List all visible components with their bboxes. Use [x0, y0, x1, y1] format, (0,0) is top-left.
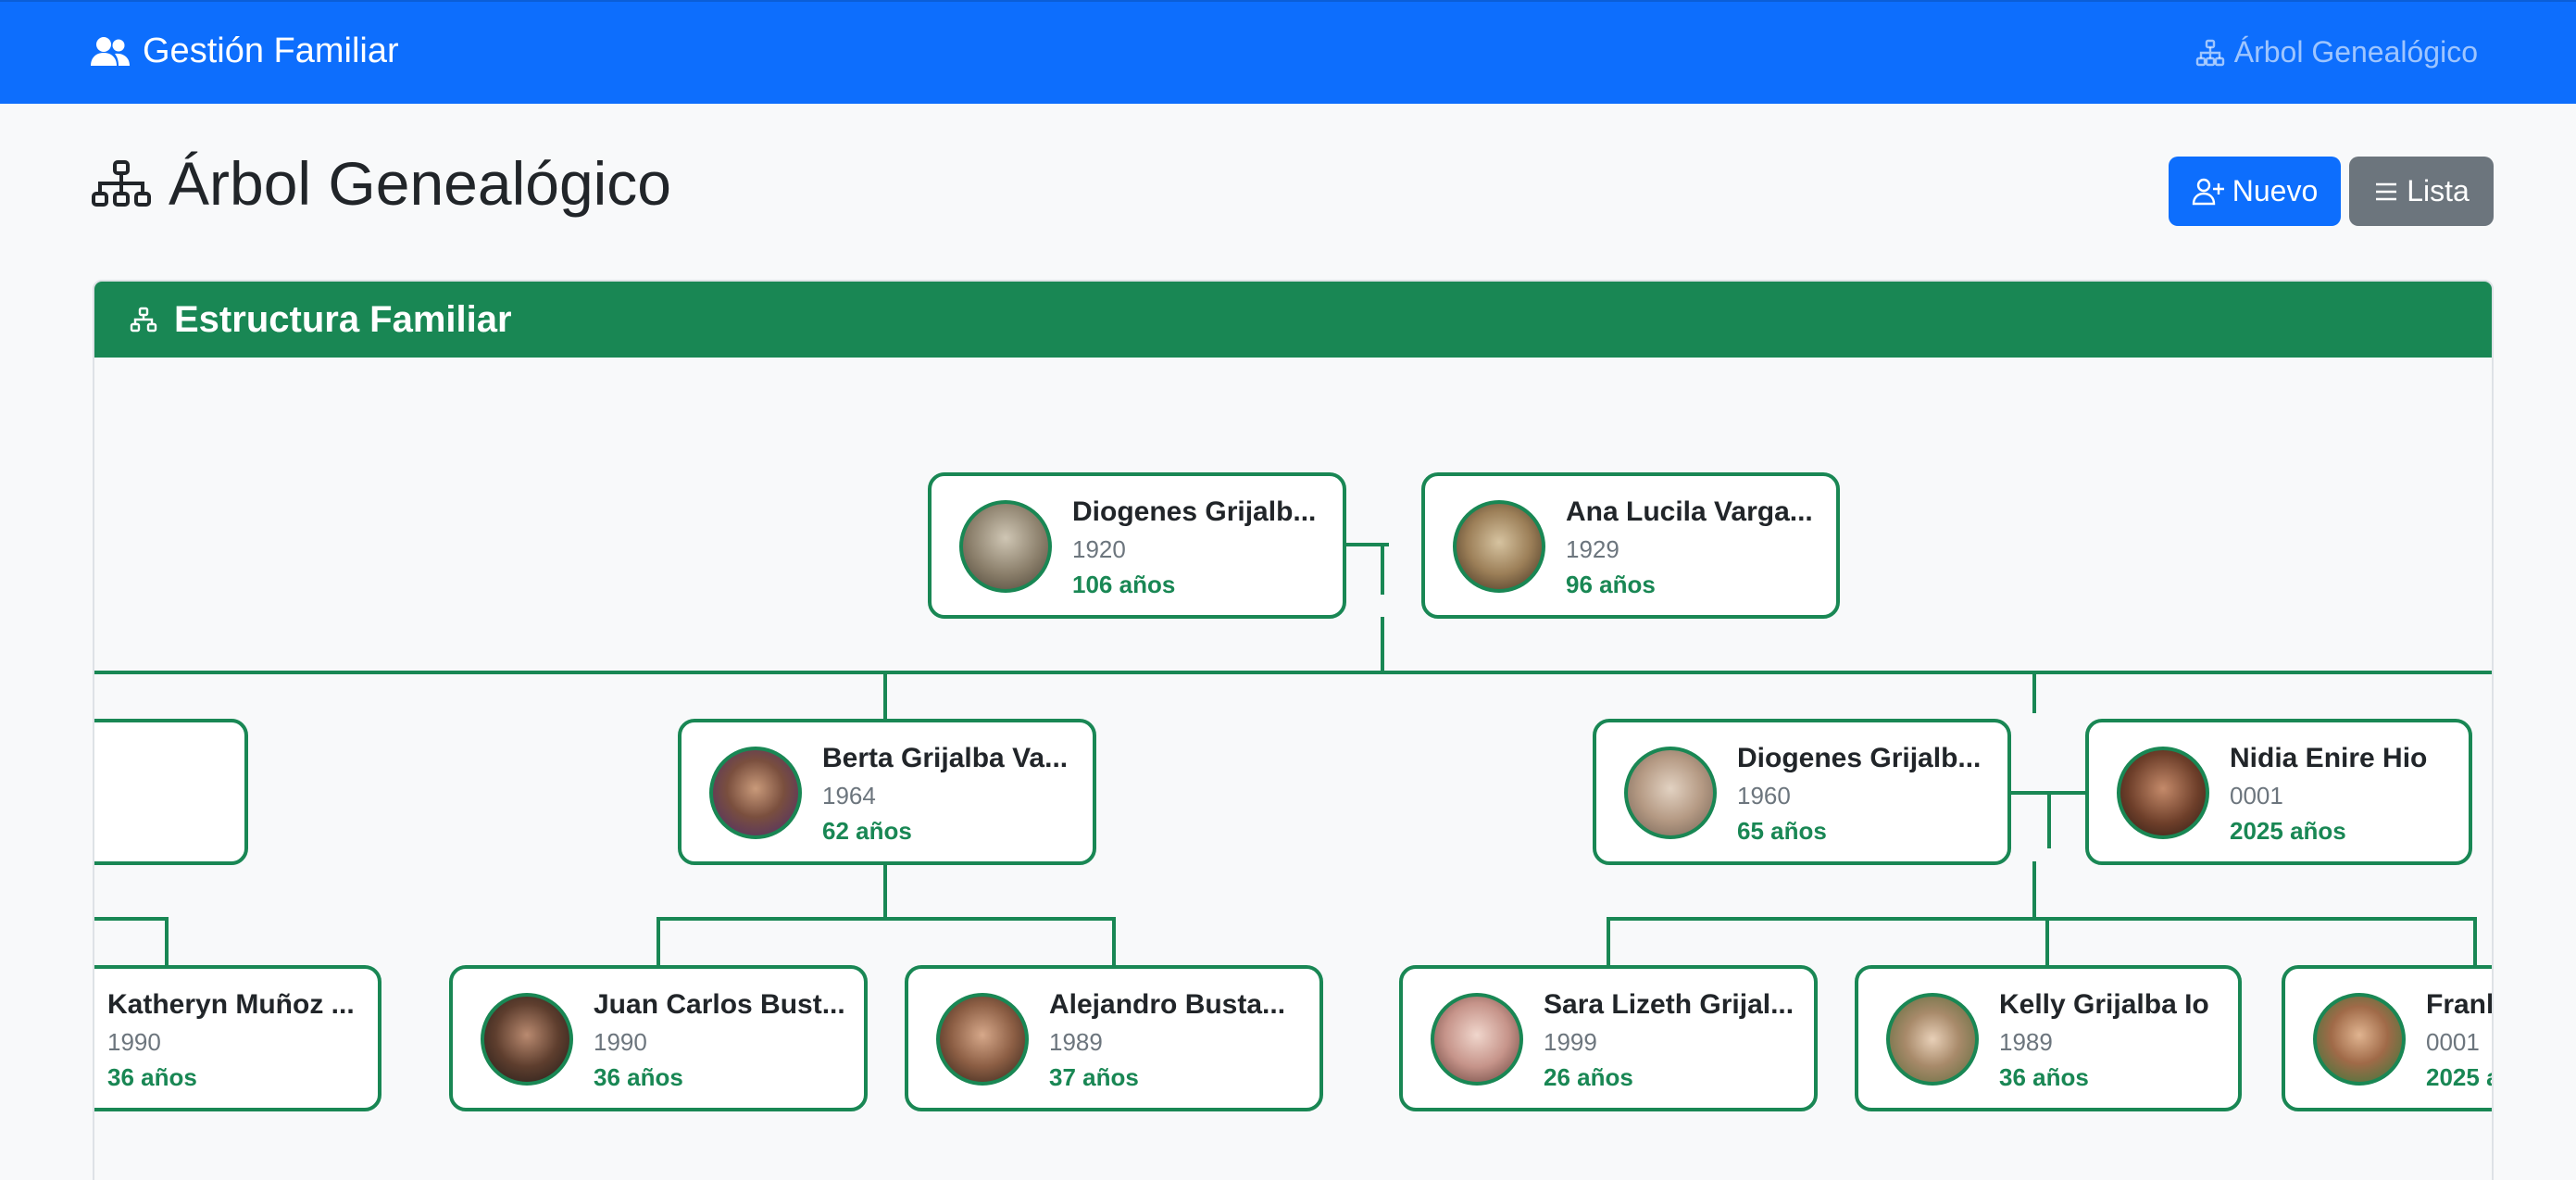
- person-name: Nidia Enire Hio: [2230, 743, 2428, 773]
- connector-line: [165, 917, 169, 965]
- page-title-text: Árbol Genealógico: [169, 149, 672, 218]
- brand-label: Gestión Familiar: [143, 31, 399, 70]
- list-label: Lista: [2407, 174, 2470, 207]
- connector-line: [883, 865, 887, 919]
- person-add-icon: [2192, 178, 2224, 205]
- new-person-label: Nuevo: [2232, 174, 2319, 207]
- person-age: 36 años: [594, 1063, 683, 1091]
- sitemap-icon: [130, 307, 157, 333]
- person-card[interactable]: Diogenes Grijalb... 1920 106 años: [928, 472, 1346, 619]
- person-birth-year: 0001: [2230, 782, 2283, 810]
- person-card[interactable]: Juan Carlos Bust... 1990 36 años: [449, 965, 868, 1111]
- person-birth-year: 1990: [594, 1028, 647, 1056]
- person-card[interactable]: Frank 0001 2025 a: [2282, 965, 2494, 1111]
- person-card[interactable]: Ana Lucila Varga... 1929 96 años: [1421, 472, 1840, 619]
- connector-line: [1381, 617, 1384, 671]
- avatar: [2117, 747, 2209, 839]
- nav-link-label: Árbol Genealógico: [2233, 35, 2478, 69]
- sitemap-icon: [92, 160, 151, 207]
- person-age: 65 años: [1737, 817, 1827, 845]
- connector-line: [1381, 543, 1384, 595]
- family-tree: Diogenes Grijalb... 1920 106 años Ana Lu…: [94, 358, 2494, 1180]
- person-name: Kelly Grijalba Io: [1999, 989, 2209, 1020]
- person-name: Sara Lizeth Grijal...: [1544, 989, 1794, 1020]
- person-card[interactable]: Nidia Enire Hio 0001 2025 años: [2085, 719, 2472, 865]
- connector-line: [2045, 917, 2049, 965]
- person-name: Diogenes Grijalb...: [1072, 496, 1317, 527]
- sitemap-icon: [2195, 39, 2224, 66]
- connector-line: [657, 917, 660, 965]
- person-birth-year: 1989: [1999, 1028, 2053, 1056]
- connector-line: [1112, 917, 1116, 965]
- users-icon: [91, 36, 130, 66]
- navbar-brand[interactable]: Gestión Familiar: [91, 31, 399, 71]
- person-card[interactable]: Diogenes Grijalb... 1960 65 años: [1593, 719, 2011, 865]
- person-name: Alejandro Busta...: [1049, 989, 1286, 1020]
- person-birth-year: 1920: [1072, 535, 1126, 563]
- card-title: Estructura Familiar: [174, 298, 512, 340]
- person-name: Juan Carlos Bust...: [594, 989, 845, 1020]
- person-card[interactable]: Katheryn Muñoz ... 1990 36 años: [94, 965, 381, 1111]
- person-birth-year: 1960: [1737, 782, 1791, 810]
- connector-line: [657, 917, 1116, 921]
- family-structure-card: Estructura Familiar Diogenes Grijalb... …: [93, 280, 2494, 1180]
- connector-line: [2032, 671, 2036, 713]
- person-age: 36 años: [107, 1063, 197, 1091]
- person-card[interactable]: Kelly Grijalba Io 1989 36 años: [1855, 965, 2242, 1111]
- connector-line: [1607, 917, 1610, 965]
- person-name: Katheryn Muñoz ...: [107, 989, 355, 1020]
- person-age: 106 años: [1072, 571, 1176, 598]
- avatar: [1431, 993, 1523, 1086]
- navbar: Gestión Familiar Árbol Genealógico: [0, 0, 2576, 104]
- person-name: Diogenes Grijalb...: [1737, 743, 1982, 773]
- person-card[interactable]: Sara Lizeth Grijal... 1999 26 años: [1399, 965, 1818, 1111]
- avatar: [959, 500, 1052, 593]
- connector-line: [1607, 917, 2477, 921]
- person-birth-year: 1999: [1544, 1028, 1597, 1056]
- avatar: [936, 993, 1029, 1086]
- person-age: 62 años: [822, 817, 912, 845]
- connector-line: [2473, 917, 2477, 965]
- page-title: Árbol Genealógico: [91, 148, 671, 219]
- person-age: 37 años: [1049, 1063, 1139, 1091]
- person-birth-year: 1929: [1566, 535, 1619, 563]
- nav-link-family-tree[interactable]: Árbol Genealógico: [2195, 35, 2478, 69]
- avatar: [1453, 500, 1545, 593]
- person-name: Frank: [2426, 989, 2492, 1020]
- connector-line: [94, 671, 2492, 674]
- person-name: Berta Grijalba Va...: [822, 743, 1069, 773]
- avatar: [481, 993, 573, 1086]
- person-age: 2025 años: [2230, 817, 2346, 845]
- person-card[interactable]: ...: [94, 719, 248, 865]
- person-name: ...: [94, 743, 233, 774]
- new-person-button[interactable]: Nuevo: [2169, 157, 2341, 226]
- connector-line: [94, 917, 167, 921]
- card-header: Estructura Familiar: [94, 282, 2492, 358]
- person-age: 36 años: [1999, 1063, 2089, 1091]
- person-name: Ana Lucila Varga...: [1566, 496, 1813, 527]
- avatar: [709, 747, 802, 839]
- person-birth-year: 1989: [1049, 1028, 1103, 1056]
- list-button[interactable]: Lista: [2349, 157, 2494, 226]
- person-birth-year: 0001: [2426, 1028, 2480, 1056]
- person-age: 2025 a: [2426, 1063, 2494, 1091]
- person-age: 96 años: [1566, 571, 1656, 598]
- person-age: 26 años: [1544, 1063, 1633, 1091]
- connector-line: [883, 671, 887, 719]
- list-icon: [2376, 182, 2397, 200]
- avatar: [1886, 993, 1979, 1086]
- person-card[interactable]: Alejandro Busta... 1989 37 años: [905, 965, 1323, 1111]
- avatar: [1624, 747, 1717, 839]
- person-birth-year: 1964: [822, 782, 876, 810]
- person-birth-year: 1990: [107, 1028, 161, 1056]
- connector-line: [2047, 793, 2051, 848]
- avatar: [2313, 993, 2406, 1086]
- person-card[interactable]: Berta Grijalba Va... 1964 62 años: [678, 719, 1096, 865]
- connector-line: [2032, 861, 2036, 919]
